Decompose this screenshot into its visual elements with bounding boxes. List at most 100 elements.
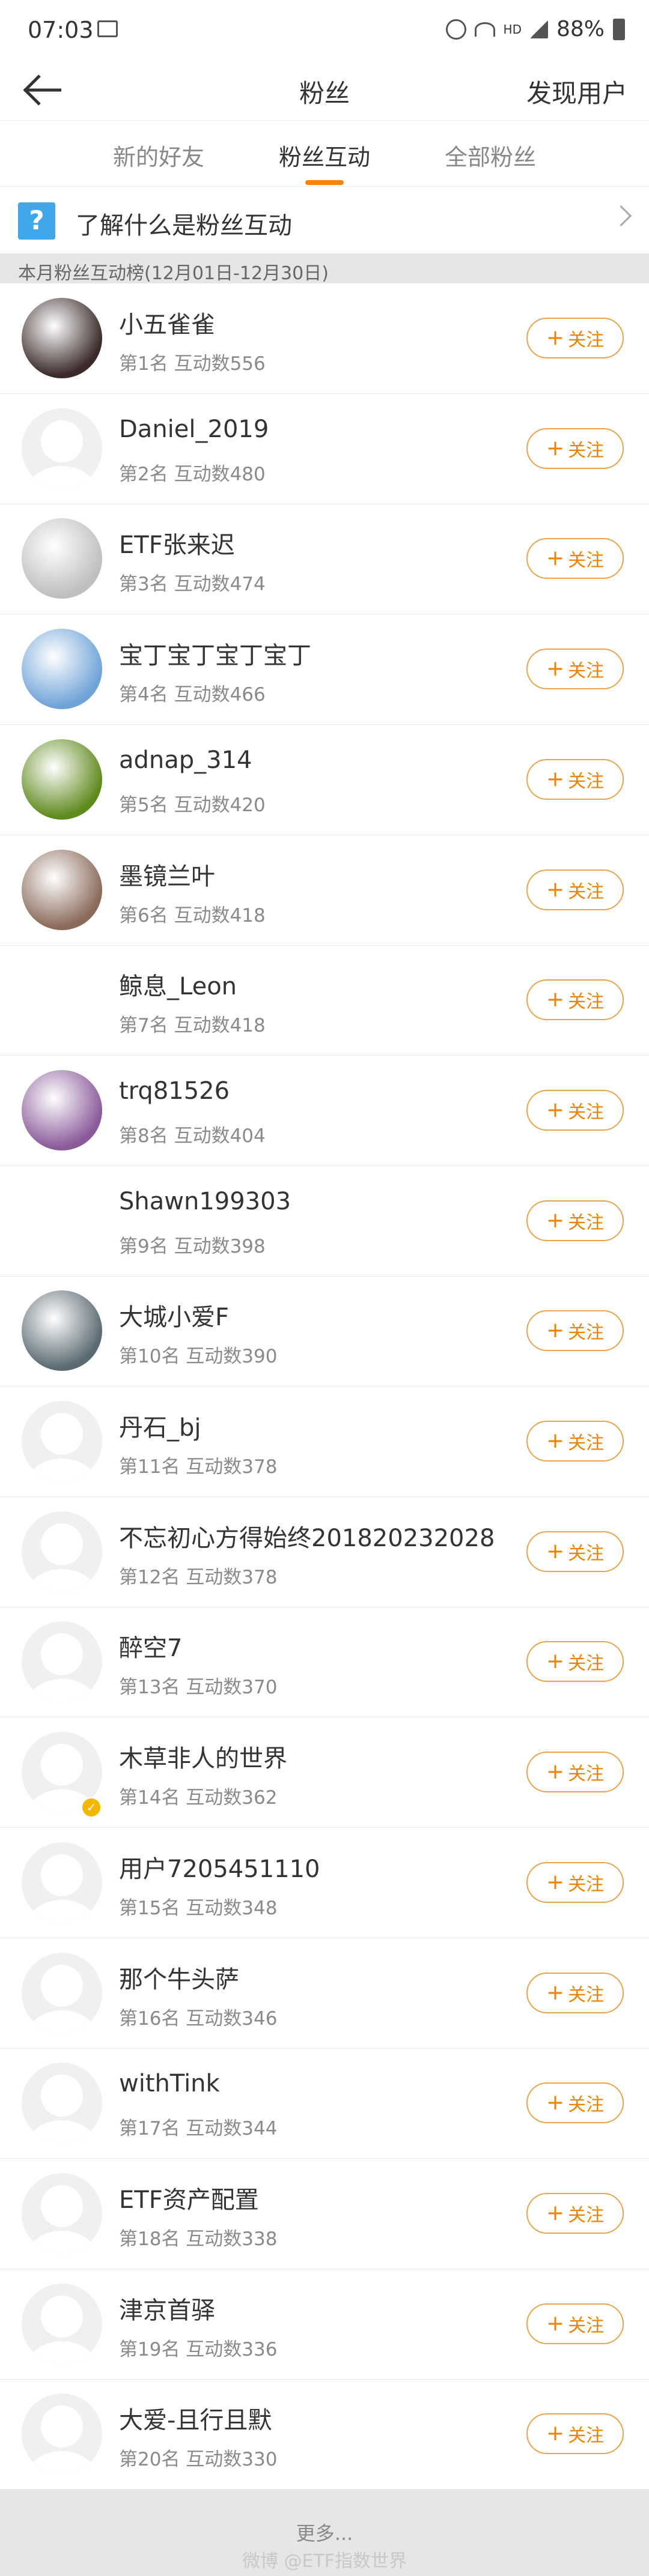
avatar[interactable] (22, 2063, 102, 2144)
fan-name[interactable]: 用户7205451110 (119, 1849, 320, 1884)
fan-rank-meta: 第4名 互动数466 (119, 684, 266, 706)
fan-rank-meta: 第2名 互动数480 (119, 463, 266, 485)
follow-button[interactable]: + 关注 (526, 428, 624, 469)
fan-row[interactable]: 大爱-且行且默 第20名 互动数330 + 关注 (0, 2379, 649, 2490)
follow-label: 关注 (568, 1543, 605, 1564)
follow-button[interactable]: + 关注 (526, 1861, 624, 1903)
fan-rank-meta: 第15名 互动数348 (119, 1897, 278, 1919)
follow-label: 关注 (568, 550, 605, 572)
fan-name[interactable]: Daniel_2019 (119, 416, 269, 443)
fan-row[interactable]: adnap_314 第5名 互动数420 + 关注 (0, 725, 649, 835)
fan-row[interactable]: 墨镜兰叶 第6名 互动数418 + 关注 (0, 835, 649, 946)
tab-all-fans[interactable]: 全部粉丝 (445, 139, 536, 172)
tab-fan-interaction[interactable]: 粉丝互动 (279, 139, 370, 185)
fan-name[interactable]: ETF张来迟 (119, 525, 235, 560)
follow-button[interactable]: + 关注 (526, 758, 624, 800)
fan-row[interactable]: 丹石_bj 第11名 互动数378 + 关注 (0, 1386, 649, 1497)
info-banner[interactable]: ? 了解什么是粉丝互动 (0, 186, 649, 254)
follow-button[interactable]: + 关注 (526, 1531, 624, 1572)
avatar[interactable] (22, 2393, 102, 2475)
fan-row[interactable]: 小五雀雀 第1名 互动数556 + 关注 (0, 283, 649, 394)
follow-label: 关注 (568, 661, 605, 682)
avatar[interactable] (22, 1290, 102, 1371)
fan-name[interactable]: 大爱-且行且默 (119, 2401, 272, 2435)
follow-button[interactable]: + 关注 (526, 1200, 624, 1241)
avatar[interactable] (22, 739, 102, 820)
avatar[interactable] (22, 1069, 102, 1150)
avatar[interactable] (22, 1511, 102, 1592)
avatar[interactable] (22, 1842, 102, 1923)
status-time: 07:03 (28, 17, 94, 43)
fan-name[interactable]: withTink (119, 2070, 220, 2097)
avatar[interactable] (22, 960, 102, 1041)
follow-label: 关注 (568, 881, 605, 903)
fan-row[interactable]: 津京首驿 第19名 互动数336 + 关注 (0, 2269, 649, 2380)
follow-label: 关注 (568, 1984, 605, 2006)
fan-row[interactable]: 鲸息_Leon 第7名 互动数418 + 关注 (0, 945, 649, 1056)
network-label: HD (503, 22, 522, 37)
avatar[interactable] (22, 1180, 102, 1261)
fan-row[interactable]: 宝丁宝丁宝丁宝丁第4名 互动数466 + 关注 (0, 614, 649, 725)
avatar[interactable] (22, 408, 102, 489)
tab-new-friends[interactable]: 新的好友 (113, 139, 204, 172)
follow-button[interactable]: + 关注 (526, 538, 624, 579)
fan-row[interactable]: trq81526 第8名 互动数404 + 关注 (0, 1056, 649, 1166)
fan-name[interactable]: 醉空7 (119, 1628, 182, 1663)
follow-button[interactable]: + 关注 (526, 1310, 624, 1352)
fan-row[interactable]: ✓ 木草非人的世界 第14名 互动数362 + 关注 (0, 1717, 649, 1828)
follow-button[interactable]: + 关注 (526, 2413, 624, 2455)
fan-name[interactable]: 大城小爱F (119, 1298, 229, 1332)
follow-button[interactable]: + 关注 (526, 2192, 624, 2234)
avatar[interactable] (22, 1952, 102, 2033)
avatar[interactable] (22, 1401, 102, 1481)
fan-row[interactable]: 大城小爱F 第10名 互动数390 + 关注 (0, 1276, 649, 1387)
follow-button[interactable]: + 关注 (526, 1752, 624, 1793)
fan-name[interactable]: 那个牛头萨 (119, 1960, 239, 1995)
fan-name[interactable]: 不忘初心方得始终201820232028 (119, 1519, 495, 1553)
more-section: 更多... 微博 @ETF指数世界 (0, 2490, 649, 2576)
more-link[interactable]: 更多... (0, 2518, 649, 2546)
follow-button[interactable]: + 关注 (526, 1421, 624, 1462)
follow-button[interactable]: + 关注 (526, 2303, 624, 2344)
fan-row[interactable]: 那个牛头萨 第16名 互动数346 + 关注 (0, 1938, 649, 2049)
fan-name[interactable]: 墨镜兰叶 (119, 857, 215, 892)
fan-row[interactable]: ETF资产配置 第18名 互动数338 + 关注 (0, 2159, 649, 2269)
fan-row[interactable]: Shawn199303 第9名 互动数398 + 关注 (0, 1166, 649, 1277)
fan-row[interactable]: 醉空7 第13名 互动数370 + 关注 (0, 1607, 649, 1718)
fan-name[interactable]: 丹石_bj (119, 1408, 201, 1443)
signal-icon (529, 20, 548, 38)
fan-row[interactable]: ETF张来迟 第3名 互动数474 + 关注 (0, 504, 649, 615)
follow-button[interactable]: + 关注 (526, 649, 624, 690)
fan-row[interactable]: 不忘初心方得始终201820232028 第12名 互动数378 + 关注 (0, 1497, 649, 1607)
follow-button[interactable]: + 关注 (526, 1972, 624, 2013)
discover-users-link[interactable]: 发现用户 (526, 73, 627, 110)
follow-label: 关注 (568, 2204, 605, 2226)
follow-button[interactable]: + 关注 (526, 1089, 624, 1131)
follow-button[interactable]: + 关注 (526, 1641, 624, 1683)
follow-button[interactable]: + 关注 (526, 869, 624, 910)
follow-button[interactable]: + 关注 (526, 979, 624, 1021)
avatar[interactable] (22, 849, 102, 930)
avatar[interactable] (22, 518, 102, 599)
avatar[interactable] (22, 2172, 102, 2254)
avatar[interactable] (22, 629, 102, 710)
follow-button[interactable]: + 关注 (526, 318, 624, 358)
fan-row[interactable]: 用户7205451110 第15名 互动数348 + 关注 (0, 1828, 649, 1938)
back-arrow-icon[interactable] (22, 73, 64, 107)
fan-name[interactable]: Shawn199303 (119, 1188, 291, 1215)
avatar[interactable] (22, 2283, 102, 2364)
fan-name[interactable]: adnap_314 (119, 746, 252, 774)
fan-name[interactable]: 津京首驿 (119, 2291, 215, 2326)
avatar[interactable] (22, 1621, 102, 1702)
avatar[interactable] (22, 298, 102, 378)
fan-row[interactable]: withTink 第17名 互动数344 + 关注 (0, 2048, 649, 2159)
follow-button[interactable]: + 关注 (526, 2082, 624, 2124)
fan-name[interactable]: 鲸息_Leon (119, 967, 237, 1002)
fan-name[interactable]: trq81526 (119, 1077, 230, 1105)
fan-name[interactable]: ETF资产配置 (119, 2180, 259, 2215)
fan-row[interactable]: Daniel_2019 第2名 互动数480 + 关注 (0, 394, 649, 504)
status-bar: 07:03 HD 88% (0, 0, 649, 60)
fan-name[interactable]: 木草非人的世界 (119, 1739, 287, 1774)
fan-name[interactable]: 宝丁宝丁宝丁宝丁 (119, 636, 311, 671)
fan-name[interactable]: 小五雀雀 (119, 305, 215, 340)
